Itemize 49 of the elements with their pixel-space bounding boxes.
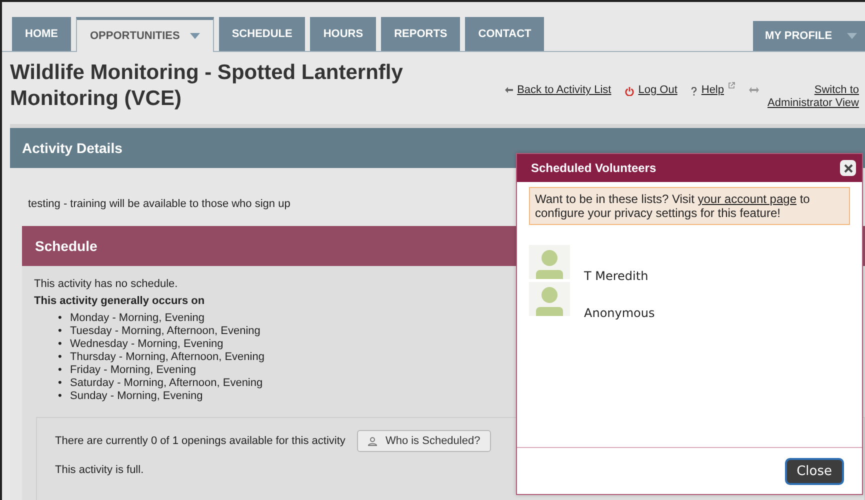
swap-arrows-icon <box>749 87 759 93</box>
external-link-icon <box>728 82 735 89</box>
bullet-mark: • <box>58 338 63 351</box>
page-title: Wildlife Monitoring - Spotted Lanternfly Monitoring (VCE) <box>10 60 404 112</box>
avatar-icon <box>529 245 570 279</box>
openings-text: There are currently 0 of 1 openings available for this activity <box>55 435 346 447</box>
privacy-notice: Want to be in these lists? Visit your account page to configure your privacy settings for this feature! <box>529 187 850 225</box>
schedule-note: This activity has no schedule. <box>34 278 178 290</box>
bullet-mark: • <box>58 351 63 364</box>
bullet-mark: • <box>58 390 63 403</box>
header-link[interactable]: Back to Activity List <box>517 84 612 96</box>
volunteer-name: Anonymous <box>584 306 655 320</box>
nav-tab[interactable]: HOME <box>12 17 71 51</box>
dialog-title: Scheduled Volunteers <box>531 161 656 175</box>
day-item: Thursday - Morning, Afternoon, Evening <box>70 351 264 364</box>
day-item: Wednesday - Morning, Evening <box>70 338 224 351</box>
close-icon[interactable] <box>840 160 856 176</box>
panel-title: Activity Details <box>22 140 122 156</box>
day-item: Tuesday - Morning, Afternoon, Evening <box>70 325 260 338</box>
nav-tab[interactable]: OPPORTUNITIES <box>76 17 214 52</box>
nav-tab[interactable]: HOURS <box>310 17 376 51</box>
profile-tab[interactable]: MY PROFILE <box>753 21 865 51</box>
power-icon <box>625 87 634 96</box>
who-scheduled-button[interactable]: Who is Scheduled? <box>357 430 492 452</box>
day-item: Sunday - Morning, Evening <box>70 390 203 403</box>
status-text: This activity is full. <box>55 464 144 476</box>
occurs-heading: This activity generally occurs on <box>34 295 205 307</box>
volunteer-name: T Meredith <box>584 269 648 283</box>
day-item: Friday - Morning, Evening <box>70 364 196 377</box>
avatar-icon <box>529 282 570 316</box>
person-icon <box>368 436 378 446</box>
bullet-mark: • <box>58 377 63 390</box>
question-icon <box>691 87 698 96</box>
nav-tab[interactable]: CONTACT <box>465 17 544 51</box>
schedule-title: Schedule <box>35 238 98 254</box>
nav-tab[interactable]: REPORTS <box>381 17 460 51</box>
day-item: Monday - Morning, Evening <box>70 312 205 325</box>
close-button[interactable]: Close <box>784 458 844 484</box>
arrow-left-icon <box>505 87 514 93</box>
header-link[interactable]: Log Out <box>638 84 678 96</box>
bullet-mark: • <box>58 312 63 325</box>
header-link[interactable]: Help <box>701 84 724 96</box>
bullet-mark: • <box>58 325 63 338</box>
header-link[interactable]: Switch to Administrator View <box>763 84 859 110</box>
day-item: Saturday - Morning, Afternoon, Evening <box>70 377 263 390</box>
account-link[interactable]: your account page <box>698 192 796 206</box>
activity-description: testing - training will be available to those who sign up <box>28 198 290 210</box>
nav-tab[interactable]: SCHEDULE <box>218 17 306 51</box>
bullet-mark: • <box>58 364 63 377</box>
